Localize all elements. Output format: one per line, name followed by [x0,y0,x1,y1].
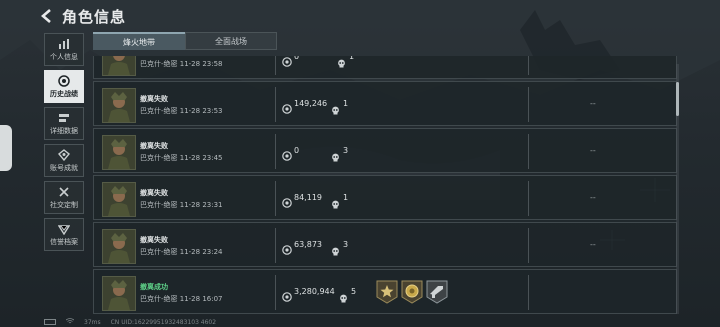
loot-value: 63,873 [294,240,322,249]
kill-count: 3 [343,240,349,249]
match-history-list[interactable]: 巴克什-绝密 11-28 23:58 0 1 撤离失败 巴克什-绝密 11-28… [93,56,677,314]
operator-avatar [102,229,136,264]
operator-avatar [102,182,136,217]
skull-icon [331,241,340,256]
extra-value: -- [590,99,596,108]
header: 角色信息 [40,4,126,28]
operator-avatar [102,88,136,123]
match-status: 撤离失败 [140,95,168,103]
weapon-medal-icon[interactable] [426,280,448,304]
match-row[interactable]: 撤离失败 巴克什-绝密 11-28 23:45 0 3 -- [93,128,677,173]
operator-avatar [102,56,136,76]
kill-count: 1 [343,193,349,202]
star-medal-icon[interactable] [376,280,398,304]
record-icon [58,74,70,87]
page-title: 角色信息 [62,7,127,26]
sidebar-item-social[interactable]: 社交定制 [44,181,84,214]
sidebar-item-label: 信誉档案 [50,237,78,246]
tab-hazard-zone[interactable]: 烽火地带 [93,32,185,50]
sidebar-item-label: 历史战绩 [50,89,78,98]
uid-text: CN UID:16229951932483103 4602 [110,318,217,326]
sidebar: 个人信息 历史战绩 详细数据 账号成就 社交定制 信誉档案 [44,33,84,255]
loot-value: 84,119 [294,193,322,202]
achievement-icon [58,148,70,161]
loot-value: 149,246 [294,99,328,108]
divider [275,87,276,122]
match-row[interactable]: 撤离失败 巴克什-绝密 11-28 23:24 63,873 3 -- [93,222,677,267]
match-status: 撤离失败 [140,142,168,150]
extra-value: -- [590,146,596,155]
extra-value: -- [590,193,596,202]
divider [275,134,276,169]
coin-icon [282,99,292,114]
match-map-time: 巴克什-绝密 11-28 23:45 [140,154,223,162]
match-map-time: 巴克什-绝密 11-28 16:07 [140,295,223,303]
back-arrow-icon[interactable] [40,7,54,25]
skull-icon [331,147,340,162]
match-row[interactable]: 撤离失败 巴克什-绝密 11-28 23:53 149,246 1 -- [93,81,677,126]
loot-value: 3,280,944 [294,287,335,296]
kill-count: 3 [343,146,349,155]
match-row[interactable]: 巴克什-绝密 11-28 23:58 0 1 [93,56,677,79]
divider [528,181,529,216]
divider [528,275,529,310]
data-icon [58,112,70,124]
kill-count: 5 [351,287,357,296]
battery-icon [44,319,56,325]
sidebar-item-label: 个人信息 [50,52,78,61]
divider [275,228,276,263]
sidebar-item-personal-info[interactable]: 个人信息 [44,33,84,66]
sidebar-item-label: 详细数据 [50,126,78,135]
operator-avatar [102,135,136,170]
divider [528,56,529,75]
bar-chart-icon [58,38,70,50]
sidebar-item-label: 账号成就 [50,163,78,172]
match-map-time: 巴克什-绝密 11-28 23:31 [140,201,223,209]
divider [275,275,276,310]
match-row[interactable]: 撤离失败 巴克什-绝密 11-28 23:31 84,119 1 -- [93,175,677,220]
gold-coin-medal-icon[interactable] [401,280,423,304]
divider [528,87,529,122]
divider [275,56,276,75]
divider [528,134,529,169]
coin-icon [282,146,292,161]
skull-icon [339,288,348,303]
sidebar-item-details[interactable]: 详细数据 [44,107,84,140]
wifi-icon [65,318,75,326]
divider [528,228,529,263]
coin-icon [282,56,292,67]
match-map-time: 巴克什-绝密 11-28 23:58 [140,60,223,68]
tab-full-battlefield[interactable]: 全面战场 [185,32,277,50]
match-status: 撤离成功 [140,283,168,291]
skull-icon [337,56,346,68]
kill-count: 1 [349,56,355,61]
mode-tabs: 烽火地带 全面战场 [93,32,277,50]
coin-icon [282,193,292,208]
social-icon [58,186,70,198]
coin-icon [282,287,292,302]
scrollbar-thumb[interactable] [676,82,679,116]
sidebar-item-history[interactable]: 历史战绩 [44,70,84,103]
loot-value: 0 [294,56,300,61]
match-map-time: 巴克什-绝密 11-28 23:53 [140,107,223,115]
extra-value: -- [590,240,596,249]
sidebar-item-achievements[interactable]: 账号成就 [44,144,84,177]
status-footer: 37ms CN UID:16229951932483103 4602 [44,318,216,326]
match-status: 撤离失败 [140,189,168,197]
match-map-time: 巴克什-绝密 11-28 23:24 [140,248,223,256]
skull-icon [331,100,340,115]
left-edge-handle[interactable] [0,125,12,171]
divider [275,181,276,216]
sidebar-item-label: 社交定制 [50,200,78,209]
match-status: 撤离失败 [140,236,168,244]
ping-text: 37ms [84,318,101,326]
sidebar-item-credit[interactable]: 信誉档案 [44,218,84,251]
kill-count: 1 [343,99,349,108]
loot-value: 0 [294,146,300,155]
skull-icon [331,194,340,209]
credit-icon [58,223,70,235]
coin-icon [282,240,292,255]
operator-avatar [102,276,136,311]
match-row[interactable]: 撤离成功 巴克什-绝密 11-28 16:07 3,280,944 5 [93,269,677,314]
